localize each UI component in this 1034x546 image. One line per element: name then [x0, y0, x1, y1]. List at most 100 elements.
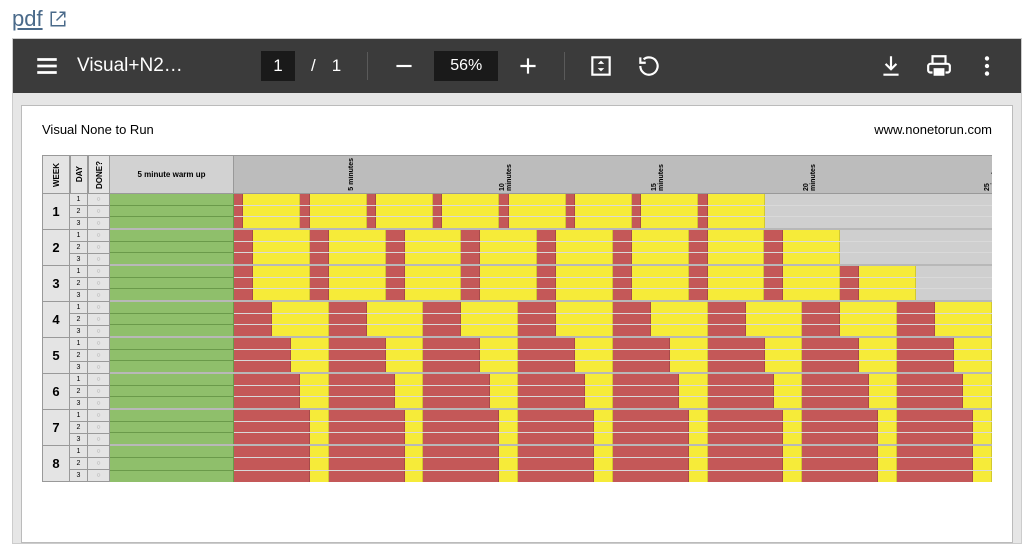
- time-tick: 5 minutes: [348, 158, 355, 191]
- col-day: DAY: [75, 166, 84, 182]
- done-col: ○○○: [88, 446, 110, 482]
- week-row: 7123○○○: [42, 410, 110, 446]
- print-button[interactable]: [921, 48, 957, 84]
- training-chart: WEEK DAY DONE? 1123○○○2123○○○3123○○○4123…: [42, 155, 992, 482]
- week-row: 3123○○○: [42, 266, 110, 302]
- week-row: 2123○○○: [42, 230, 110, 266]
- warmup-cells: [110, 338, 234, 372]
- interval-lanes: [234, 194, 992, 228]
- week-number: 5: [42, 338, 70, 374]
- interval-lanes: [234, 230, 992, 264]
- page-separator: /: [311, 56, 316, 76]
- col-week: WEEK: [52, 163, 61, 187]
- week-row: 5123○○○: [42, 338, 110, 374]
- file-link[interactable]: pdf: [12, 6, 67, 32]
- header-row: WEEK DAY DONE?: [42, 156, 110, 194]
- week-row: 4123○○○: [42, 302, 110, 338]
- week-row: 1123○○○: [42, 194, 110, 230]
- bar-row: [110, 302, 992, 338]
- page-total: 1: [332, 56, 341, 76]
- week-row: 6123○○○: [42, 374, 110, 410]
- toolbar-divider: [564, 52, 565, 80]
- doc-title-right: www.nonetorun.com: [874, 122, 992, 137]
- day-col: 123: [70, 230, 88, 266]
- page-number-input[interactable]: [261, 51, 295, 81]
- bar-row: [110, 338, 992, 374]
- pdf-viewer: Visual+N2… / 1 V: [12, 38, 1022, 544]
- menu-button[interactable]: [29, 48, 65, 84]
- warmup-cells: [110, 302, 234, 336]
- warmup-cells: [110, 446, 234, 482]
- external-link-icon: [49, 10, 67, 28]
- interval-lanes: [234, 266, 992, 300]
- toolbar-divider: [367, 52, 368, 80]
- warmup-cells: [110, 230, 234, 264]
- chart-body: 5 minute warm up 5 minutes10 minutes15 m…: [110, 156, 992, 482]
- interval-lanes: [234, 374, 992, 408]
- zoom-out-button[interactable]: [386, 48, 422, 84]
- done-col: ○○○: [88, 302, 110, 338]
- rotate-button[interactable]: [631, 48, 667, 84]
- day-col: 123: [70, 194, 88, 230]
- done-col: ○○○: [88, 194, 110, 230]
- week-number: 8: [42, 446, 70, 482]
- day-col: 123: [70, 374, 88, 410]
- print-icon: [926, 53, 952, 79]
- file-link-text: pdf: [12, 6, 43, 32]
- download-button[interactable]: [873, 48, 909, 84]
- bar-row: [110, 266, 992, 302]
- file-link-row: pdf: [0, 0, 1034, 38]
- row-labels: WEEK DAY DONE? 1123○○○2123○○○3123○○○4123…: [42, 156, 110, 482]
- interval-lanes: [234, 410, 992, 444]
- interval-lanes: [234, 338, 992, 372]
- col-done: DONE?: [95, 161, 104, 189]
- warmup-cells: [110, 266, 234, 300]
- more-button[interactable]: [969, 48, 1005, 84]
- time-tick: 20 minutes: [803, 156, 817, 191]
- zoom-input[interactable]: [434, 51, 498, 81]
- warmup-cells: [110, 374, 234, 408]
- week-number: 4: [42, 302, 70, 338]
- zoom-in-button[interactable]: [510, 48, 546, 84]
- minus-icon: [391, 53, 417, 79]
- fit-page-icon: [588, 53, 614, 79]
- fit-page-button[interactable]: [583, 48, 619, 84]
- day-col: 123: [70, 338, 88, 374]
- day-col: 123: [70, 410, 88, 446]
- day-col: 123: [70, 266, 88, 302]
- done-col: ○○○: [88, 374, 110, 410]
- done-col: ○○○: [88, 266, 110, 302]
- pdf-toolbar: Visual+N2… / 1: [13, 39, 1021, 93]
- day-col: 123: [70, 302, 88, 338]
- warmup-cells: [110, 410, 234, 444]
- pdf-title: Visual+N2…: [77, 55, 217, 77]
- week-row: 8123○○○: [42, 446, 110, 482]
- done-col: ○○○: [88, 230, 110, 266]
- day-col: 123: [70, 446, 88, 482]
- week-number: 7: [42, 410, 70, 446]
- bar-row: [110, 410, 992, 446]
- bar-row: [110, 446, 992, 482]
- interval-lanes: [234, 446, 992, 482]
- hamburger-icon: [34, 53, 60, 79]
- plus-icon: [515, 53, 541, 79]
- week-number: 2: [42, 230, 70, 266]
- page-area[interactable]: Visual None to Run www.nonetorun.com WEE…: [13, 93, 1021, 543]
- interval-lanes: [234, 302, 992, 336]
- week-number: 1: [42, 194, 70, 230]
- warmup-cells: [110, 194, 234, 228]
- bar-row: [110, 194, 992, 230]
- time-tick: 25 minutes: [984, 156, 992, 191]
- week-number: 3: [42, 266, 70, 302]
- bar-row: [110, 230, 992, 266]
- pdf-page: Visual None to Run www.nonetorun.com WEE…: [21, 105, 1013, 543]
- done-col: ○○○: [88, 410, 110, 446]
- bar-row: [110, 374, 992, 410]
- rotate-icon: [636, 53, 662, 79]
- download-icon: [878, 53, 904, 79]
- doc-title-left: Visual None to Run: [42, 122, 154, 137]
- time-tick: 10 minutes: [499, 156, 513, 191]
- time-header: 5 minute warm up 5 minutes10 minutes15 m…: [110, 156, 992, 194]
- warmup-label: 5 minute warm up: [110, 156, 234, 193]
- more-icon: [974, 53, 1000, 79]
